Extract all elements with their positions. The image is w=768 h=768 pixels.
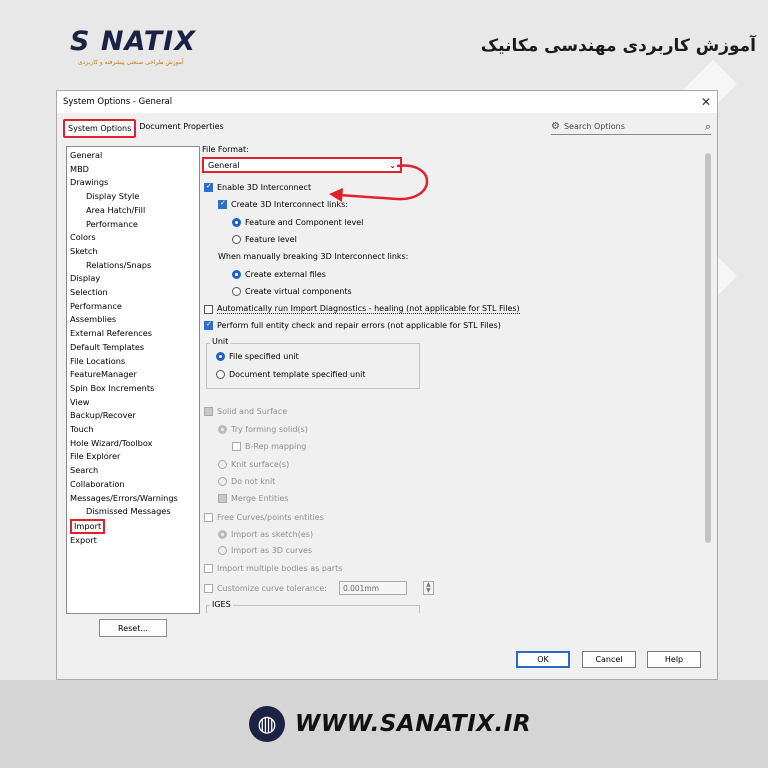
- logo-text: S NATIX: [70, 26, 197, 57]
- system-options-dialog: System Options - General ✕ System Option…: [56, 90, 718, 680]
- brand-logo: S NATIX آموزش طراحی صنعتی پیشرفته و کارب…: [70, 26, 196, 66]
- annotation-arrow: [329, 164, 429, 202]
- logo-tagline: آموزش طراحی صنعتی پیشرفته و کاربردی: [78, 59, 184, 66]
- footer: ◍ WWW.SANATIX.IR: [249, 706, 531, 742]
- footer-url[interactable]: WWW.SANATIX.IR: [295, 711, 531, 737]
- globe-icon: ◍: [249, 706, 285, 742]
- header-title: آموزش کاربردی مهندسی مکانیک: [480, 36, 756, 56]
